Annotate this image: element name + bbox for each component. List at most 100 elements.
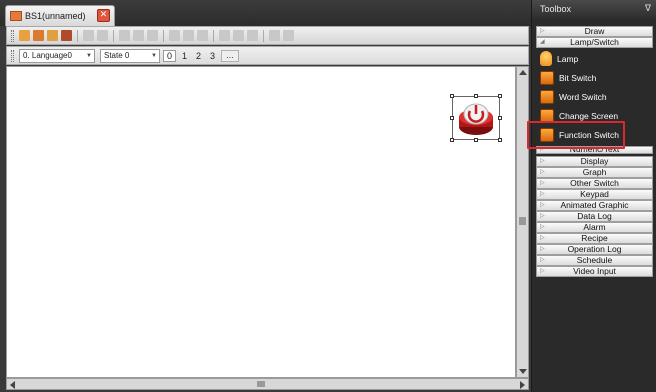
scroll-right-icon[interactable] <box>520 381 525 389</box>
bring-front-icon[interactable] <box>247 30 258 41</box>
category-display[interactable]: ▷ Display <box>536 156 653 167</box>
category-label: Draw <box>584 26 605 36</box>
state-select-value: State 0 <box>104 51 130 60</box>
category-label: Data Log <box>577 211 612 221</box>
resize-handle[interactable] <box>498 138 502 142</box>
scroll-down-icon[interactable] <box>519 369 527 374</box>
item-label: Bit Switch <box>559 72 597 83</box>
scroll-left-icon[interactable] <box>10 381 15 389</box>
toolbar-separator <box>113 29 114 42</box>
category-recipe[interactable]: ▷ Recipe <box>536 233 653 244</box>
pen-icon[interactable] <box>33 30 44 41</box>
align-left-icon[interactable] <box>83 30 94 41</box>
toolbar-separator <box>263 29 264 42</box>
category-label: Animated Graphic <box>560 200 629 210</box>
resize-handle[interactable] <box>450 138 454 142</box>
state-button-0[interactable]: 0 <box>163 49 177 62</box>
category-draw[interactable]: ▷ Draw <box>536 26 653 37</box>
pointer-icon[interactable] <box>19 30 30 41</box>
category-schedule[interactable]: ▷ Schedule <box>536 255 653 266</box>
close-icon[interactable]: ✕ <box>97 9 110 22</box>
group-icon[interactable] <box>219 30 230 41</box>
toolbox-panel: Toolbox ᐁ ▷ Draw ◢ Lamp/Switch Lamp Bit … <box>531 0 656 392</box>
category-label: Operation Log <box>567 244 622 254</box>
item-label: Lamp <box>557 53 579 64</box>
more-states-button[interactable]: ... <box>221 49 239 62</box>
chevron-right-icon: ▷ <box>540 180 545 186</box>
flip-icon[interactable] <box>283 30 294 41</box>
align-center-icon[interactable] <box>97 30 108 41</box>
toolbar-separator <box>163 29 164 42</box>
scroll-up-icon[interactable] <box>519 70 527 75</box>
state-button-3[interactable]: 3 <box>207 51 218 61</box>
chevron-right-icon: ▷ <box>540 158 545 164</box>
chevron-down-icon: ▼ <box>86 52 92 59</box>
align-bottom-icon[interactable] <box>147 30 158 41</box>
item-label: Word Switch <box>559 91 607 102</box>
category-lamp-switch[interactable]: ◢ Lamp/Switch <box>536 37 653 48</box>
category-keypad[interactable]: ▷ Keypad <box>536 189 653 200</box>
function-switch-highlight <box>527 121 625 149</box>
chevron-right-icon: ▷ <box>540 28 545 34</box>
resize-handle[interactable] <box>498 94 502 98</box>
state-button-2[interactable]: 2 <box>193 51 204 61</box>
screen-canvas[interactable] <box>6 66 516 378</box>
edit-icon[interactable] <box>47 30 58 41</box>
same-height-icon[interactable] <box>197 30 208 41</box>
scroll-thumb[interactable] <box>519 217 526 225</box>
chevron-right-icon: ▷ <box>540 213 545 219</box>
align-top-icon[interactable] <box>133 30 144 41</box>
state-button-1[interactable]: 1 <box>179 51 190 61</box>
toolbar-grip[interactable] <box>11 29 14 42</box>
language-select[interactable]: 0. Language0 ▼ <box>19 48 95 63</box>
toolbar-separator <box>213 29 214 42</box>
toolbox-item-word-switch[interactable]: Word Switch <box>536 87 653 106</box>
lamp-icon <box>540 51 552 66</box>
resize-handle[interactable] <box>474 94 478 98</box>
document-tab[interactable]: BS1(unnamed) ✕ <box>5 5 115 26</box>
same-width-icon[interactable] <box>183 30 194 41</box>
item-label: Change Screen <box>559 110 619 121</box>
chevron-down-icon: ▼ <box>151 52 157 59</box>
resize-handle[interactable] <box>474 138 478 142</box>
chevron-right-icon: ▷ <box>540 235 545 241</box>
category-operation-log[interactable]: ▷ Operation Log <box>536 244 653 255</box>
distribute-icon[interactable] <box>169 30 180 41</box>
pin-icon[interactable]: ᐁ <box>645 4 651 14</box>
document-tabstrip: BS1(unnamed) ✕ <box>0 0 531 26</box>
category-data-log[interactable]: ▷ Data Log <box>536 211 653 222</box>
horizontal-scrollbar[interactable] <box>6 378 529 390</box>
toolbox-item-bit-switch[interactable]: Bit Switch <box>536 68 653 87</box>
toolbox-item-lamp[interactable]: Lamp <box>536 49 653 68</box>
chevron-right-icon: ▷ <box>540 191 545 197</box>
category-other-switch[interactable]: ▷ Other Switch <box>536 178 653 189</box>
paint-icon[interactable] <box>61 30 72 41</box>
language-select-value: 0. Language0 <box>23 51 72 60</box>
category-label: Recipe <box>581 233 608 243</box>
toolbox-empty-area <box>532 288 656 392</box>
category-video-input[interactable]: ▷ Video Input <box>536 266 653 277</box>
resize-handle[interactable] <box>498 116 502 120</box>
category-animated-graphic[interactable]: ▷ Animated Graphic <box>536 200 653 211</box>
resize-handle[interactable] <box>450 94 454 98</box>
category-label: Keypad <box>580 189 609 199</box>
category-graph[interactable]: ▷ Graph <box>536 167 653 178</box>
toolbar-separator <box>77 29 78 42</box>
toolbar-grip[interactable] <box>11 49 14 62</box>
resize-handle[interactable] <box>450 116 454 120</box>
rotate-icon[interactable] <box>269 30 280 41</box>
state-select[interactable]: State 0 ▼ <box>100 48 160 63</box>
toolbox-title: Toolbox <box>540 4 572 14</box>
chevron-right-icon: ▷ <box>540 268 545 274</box>
scroll-thumb[interactable] <box>257 381 265 387</box>
chevron-right-icon: ▷ <box>540 246 545 252</box>
chevron-down-icon: ◢ <box>540 39 545 45</box>
category-label: Graph <box>582 167 607 177</box>
category-label: Display <box>580 156 609 166</box>
function-switch-object[interactable] <box>450 94 502 142</box>
vertical-scrollbar[interactable] <box>516 66 529 378</box>
chevron-right-icon: ▷ <box>540 257 545 263</box>
ungroup-icon[interactable] <box>233 30 244 41</box>
category-alarm[interactable]: ▷ Alarm <box>536 222 653 233</box>
align-right-icon[interactable] <box>119 30 130 41</box>
